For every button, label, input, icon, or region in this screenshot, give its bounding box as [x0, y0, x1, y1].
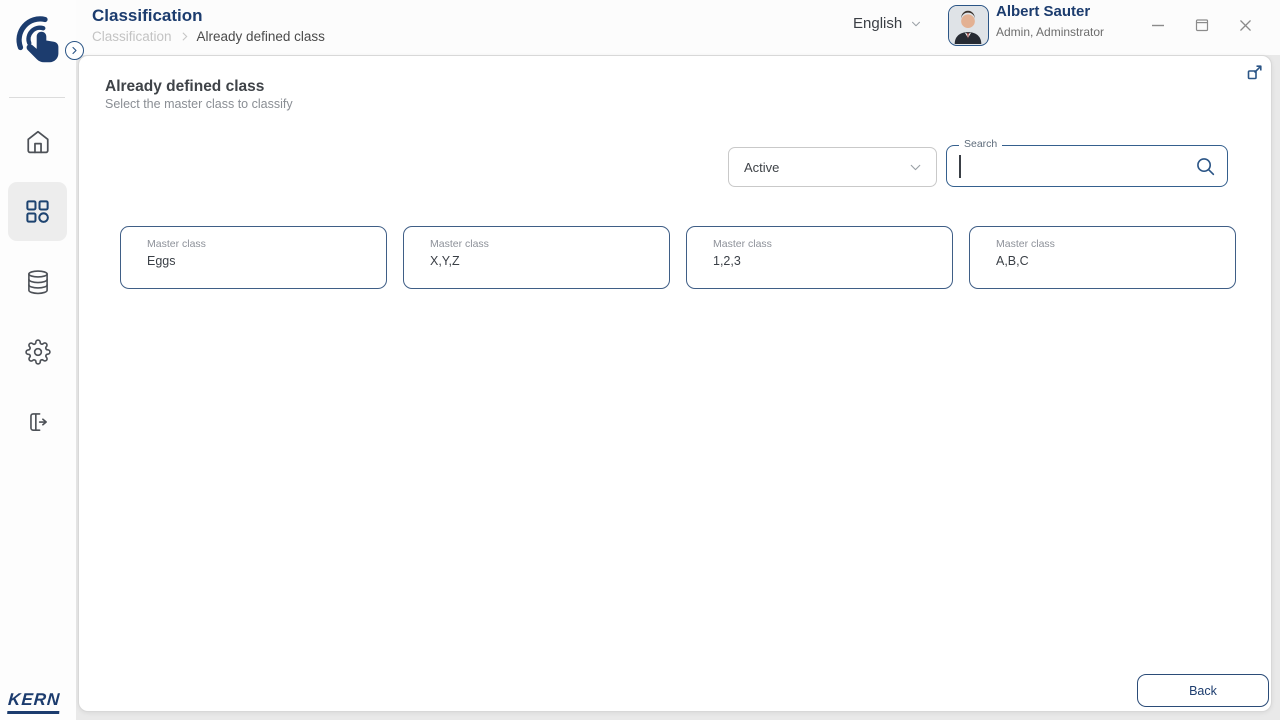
user-role: Admin, Adminstrator — [996, 25, 1104, 39]
app-window: KERN Classification Classification Alrea… — [0, 0, 1280, 720]
search-icon[interactable] — [1194, 155, 1227, 178]
sidebar-item-classification[interactable] — [8, 182, 67, 241]
breadcrumb-current: Already defined class — [197, 29, 325, 44]
breadcrumb: Classification Already defined class — [92, 29, 325, 44]
chevron-right-icon — [178, 30, 191, 43]
apps-grid-icon — [24, 198, 51, 225]
page-title: Classification — [92, 6, 203, 26]
language-value: English — [853, 15, 902, 32]
chevron-down-icon — [909, 17, 923, 31]
sidebar-item-logout[interactable] — [8, 392, 67, 451]
master-class-list: Master class Eggs Master class X,Y,Z Mas… — [120, 226, 1236, 289]
back-button[interactable]: Back — [1137, 674, 1269, 707]
master-class-value: A,B,C — [996, 254, 1235, 268]
chevron-down-icon — [907, 159, 936, 176]
kern-brand-logo: KERN — [7, 690, 61, 714]
sidebar-item-home[interactable] — [8, 112, 67, 171]
app-logo-touch-hand-icon — [10, 12, 66, 76]
sidebar: KERN — [0, 0, 76, 720]
expand-fullscreen-button[interactable] — [1244, 61, 1266, 83]
sidebar-expand-button[interactable] — [65, 41, 84, 60]
master-class-card-123[interactable]: Master class 1,2,3 — [686, 226, 953, 289]
master-class-label: Master class — [430, 238, 669, 250]
database-icon — [25, 269, 51, 295]
master-class-value: 1,2,3 — [713, 254, 952, 268]
logout-icon — [25, 409, 51, 435]
section-heading: Already defined class — [105, 78, 264, 96]
master-class-label: Master class — [996, 238, 1235, 250]
search-field-label: Search — [959, 138, 1002, 150]
master-class-card-xyz[interactable]: Master class X,Y,Z — [403, 226, 670, 289]
window-minimize-button[interactable] — [1144, 12, 1172, 38]
window-maximize-button[interactable] — [1188, 12, 1216, 38]
header: Classification Classification Already de… — [76, 0, 1280, 55]
search-field: Search — [946, 145, 1228, 187]
home-icon — [25, 129, 51, 155]
master-class-label: Master class — [713, 238, 952, 250]
expand-icon — [1246, 63, 1264, 81]
sidebar-item-database[interactable] — [8, 252, 67, 311]
avatar[interactable] — [948, 5, 989, 46]
status-filter-value: Active — [729, 160, 907, 175]
language-selector[interactable]: English — [853, 15, 923, 32]
sidebar-divider — [9, 97, 65, 98]
settings-gear-icon — [25, 339, 51, 365]
master-class-value: Eggs — [147, 254, 386, 268]
sidebar-item-settings[interactable] — [8, 322, 67, 381]
master-class-card-eggs[interactable]: Master class Eggs — [120, 226, 387, 289]
status-filter-dropdown[interactable]: Active — [728, 147, 937, 187]
window-close-button[interactable] — [1231, 12, 1259, 38]
master-class-card-abc[interactable]: Master class A,B,C — [969, 226, 1236, 289]
search-input[interactable] — [947, 146, 1194, 186]
content-card: Already defined class Select the master … — [78, 55, 1272, 712]
text-caret — [959, 155, 961, 178]
master-class-label: Master class — [147, 238, 386, 250]
section-subheading: Select the master class to classify — [105, 97, 293, 111]
user-name: Albert Sauter — [996, 3, 1090, 20]
breadcrumb-parent[interactable]: Classification — [92, 29, 172, 44]
master-class-value: X,Y,Z — [430, 254, 669, 268]
